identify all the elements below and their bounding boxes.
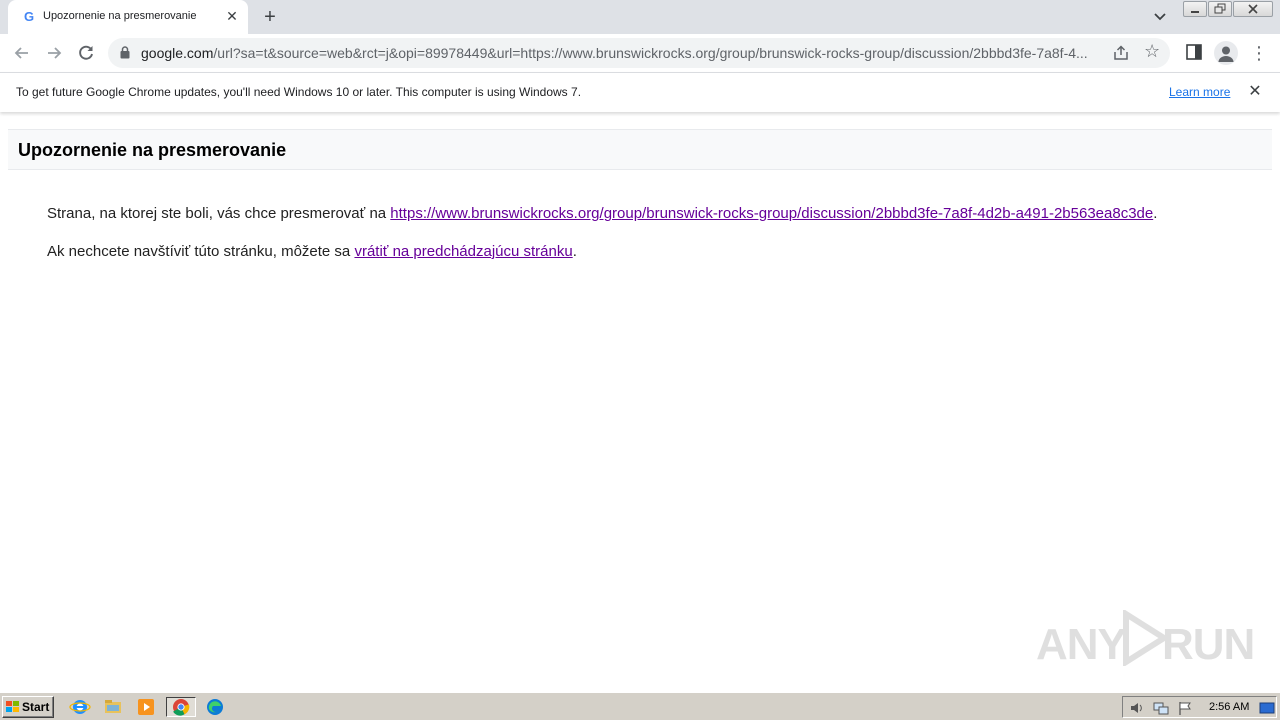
tab-search-chevron-icon[interactable]	[1150, 8, 1170, 26]
minimize-button[interactable]	[1183, 1, 1207, 17]
tab-close-icon[interactable]: ✕	[224, 8, 240, 24]
internet-explorer-icon[interactable]	[69, 697, 91, 717]
back-prefix: Ak nechcete navštíviť túto stránku, môže…	[47, 243, 355, 260]
windows-logo-icon	[6, 701, 19, 712]
infobar-message: To get future Google Chrome updates, you…	[16, 85, 582, 99]
tab-active[interactable]: G Upozornenie na presmerovanie ✕	[8, 0, 248, 34]
page-header: Upozornenie na presmerovanie	[8, 129, 1272, 170]
google-favicon-icon: G	[23, 9, 35, 24]
forward-button[interactable]	[42, 41, 66, 65]
back-button[interactable]	[10, 41, 34, 65]
url-host: google.com	[141, 45, 214, 61]
browser-toolbar: google.com/url?sa=t&source=web&rct=j&opi…	[0, 34, 1280, 72]
redirect-suffix: .	[1153, 205, 1158, 222]
tab-strip: G Upozornenie na presmerovanie ✕ +	[0, 0, 1280, 34]
redirect-prefix: Strana, na ktorej ste boli, vás chce pre…	[47, 205, 391, 222]
go-back-link[interactable]: vrátiť na predchádzajúcu stránku	[354, 243, 572, 260]
more-menu-icon[interactable]: ⋮	[1250, 41, 1268, 65]
profile-avatar-icon[interactable]	[1214, 41, 1238, 65]
share-icon[interactable]	[1112, 44, 1130, 62]
edge-icon[interactable]	[204, 697, 226, 717]
tab-title: Upozornenie na presmerovanie	[43, 10, 197, 22]
start-button[interactable]: Start	[2, 696, 54, 718]
go-back-paragraph: Ak nechcete navštíviť túto stránku, môže…	[47, 243, 577, 260]
volume-icon[interactable]	[1129, 700, 1145, 716]
windows-taskbar: Start 2:56 AM	[0, 692, 1280, 720]
page-title: Upozornenie na presmerovanie	[18, 140, 287, 160]
media-player-icon[interactable]	[135, 697, 157, 717]
reload-icon	[79, 45, 93, 60]
chrome-icon[interactable]	[166, 697, 196, 717]
taskbar-clock[interactable]: 2:56 AM	[1209, 701, 1249, 713]
url-path: /url?sa=t&source=web&rct=j&opi=89978449&…	[213, 45, 1088, 61]
forward-arrow-icon	[48, 47, 62, 59]
lock-icon[interactable]	[120, 46, 130, 59]
system-tray: 2:56 AM	[1122, 696, 1277, 718]
close-window-button[interactable]	[1233, 1, 1273, 17]
side-panel-icon[interactable]	[1186, 44, 1202, 60]
network-icon[interactable]	[1153, 700, 1169, 716]
new-tab-button[interactable]: +	[258, 5, 282, 29]
learn-more-link[interactable]: Learn more	[1169, 85, 1230, 99]
url-text[interactable]: google.com/url?sa=t&source=web&rct=j&opi…	[141, 45, 1106, 61]
update-infobar: To get future Google Chrome updates, you…	[0, 72, 1280, 112]
file-explorer-icon[interactable]	[102, 697, 124, 717]
show-desktop-icon[interactable]	[1259, 700, 1275, 716]
anyrun-watermark: ANY RUN	[1036, 608, 1255, 669]
address-bar[interactable]: google.com/url?sa=t&source=web&rct=j&opi…	[108, 38, 1170, 68]
action-center-flag-icon[interactable]	[1177, 700, 1193, 716]
redirect-url-link[interactable]: https://www.brunswickrocks.org/group/bru…	[390, 205, 1153, 222]
back-suffix: .	[572, 243, 577, 260]
redirect-paragraph: Strana, na ktorej ste boli, vás chce pre…	[47, 205, 1157, 222]
restore-button[interactable]	[1208, 1, 1232, 17]
window-controls	[1183, 0, 1273, 18]
bookmark-star-icon[interactable]: ☆	[1144, 41, 1160, 62]
watermark-right: RUN	[1162, 620, 1255, 669]
back-arrow-icon	[14, 47, 28, 59]
start-label: Start	[22, 700, 50, 714]
infobar-close-icon[interactable]: ✕	[1246, 83, 1264, 101]
reload-button[interactable]	[74, 41, 98, 65]
watermark-left: ANY	[1036, 620, 1127, 669]
